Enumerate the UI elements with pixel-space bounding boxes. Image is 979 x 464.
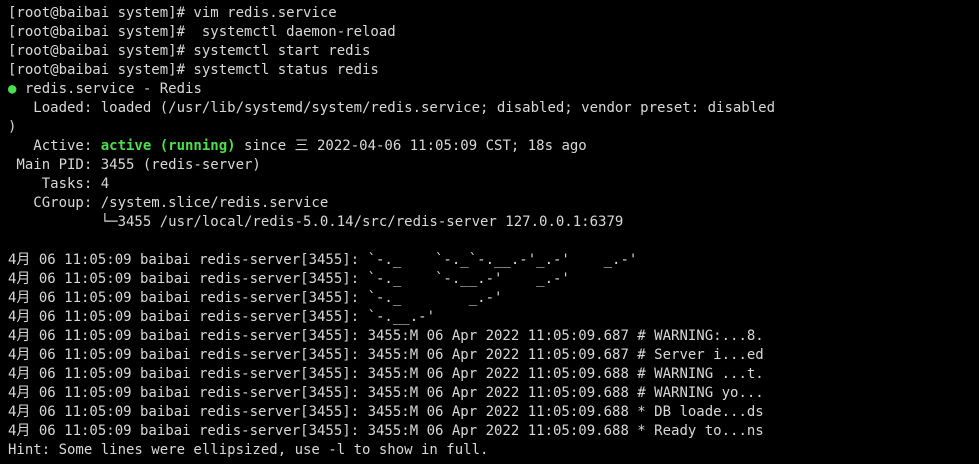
log-line: 4月 06 11:05:09 baibai redis-server[3455]…: [8, 252, 638, 268]
command-line: [root@baibai system]# systemctl status r…: [8, 62, 379, 78]
command-line: [root@baibai system]# vim redis.service: [8, 5, 337, 21]
log-line: 4月 06 11:05:09 baibai redis-server[3455]…: [8, 366, 764, 382]
log-line: 4月 06 11:05:09 baibai redis-server[3455]…: [8, 309, 436, 325]
log-line: 4月 06 11:05:09 baibai redis-server[3455]…: [8, 290, 503, 306]
log-line: 4月 06 11:05:09 baibai redis-server[3455]…: [8, 328, 764, 344]
log-line: 4月 06 11:05:09 baibai redis-server[3455]…: [8, 404, 764, 420]
log-line: 4月 06 11:05:09 baibai redis-server[3455]…: [8, 347, 764, 363]
main-pid-line: Main PID: 3455 (redis-server): [8, 157, 261, 173]
service-header-line: ● redis.service - Redis: [8, 80, 979, 99]
cgroup-line: CGroup: /system.slice/redis.service: [8, 195, 329, 211]
command-line: [root@baibai system]# systemctl start re…: [8, 43, 371, 59]
log-line: 4月 06 11:05:09 baibai redis-server[3455]…: [8, 385, 764, 401]
loaded-line: Loaded: loaded (/usr/lib/systemd/system/…: [8, 100, 776, 116]
cgroup-process-line: └─3455 /usr/local/redis-5.0.14/src/redis…: [8, 214, 624, 230]
terminal-window[interactable]: [root@baibai system]# vim redis.service …: [0, 0, 979, 464]
tasks-line: Tasks: 4: [8, 176, 110, 192]
command-line: [root@baibai system]# systemctl daemon-r…: [8, 24, 396, 40]
active-line: Active: active (running) since 三 2022-04…: [8, 137, 979, 156]
loaded-line-wrap: ): [8, 119, 17, 135]
active-status: active (running): [100, 138, 236, 154]
active-since: since 三 2022-04-06 11:05:09 CST; 18s ago: [235, 138, 587, 154]
active-label: Active:: [8, 138, 101, 154]
service-name: redis.service - Redis: [16, 81, 202, 97]
hint-line: Hint: Some lines were ellipsized, use -l…: [8, 442, 489, 458]
log-line: 4月 06 11:05:09 baibai redis-server[3455]…: [8, 423, 764, 439]
log-line: 4月 06 11:05:09 baibai redis-server[3455]…: [8, 271, 570, 287]
